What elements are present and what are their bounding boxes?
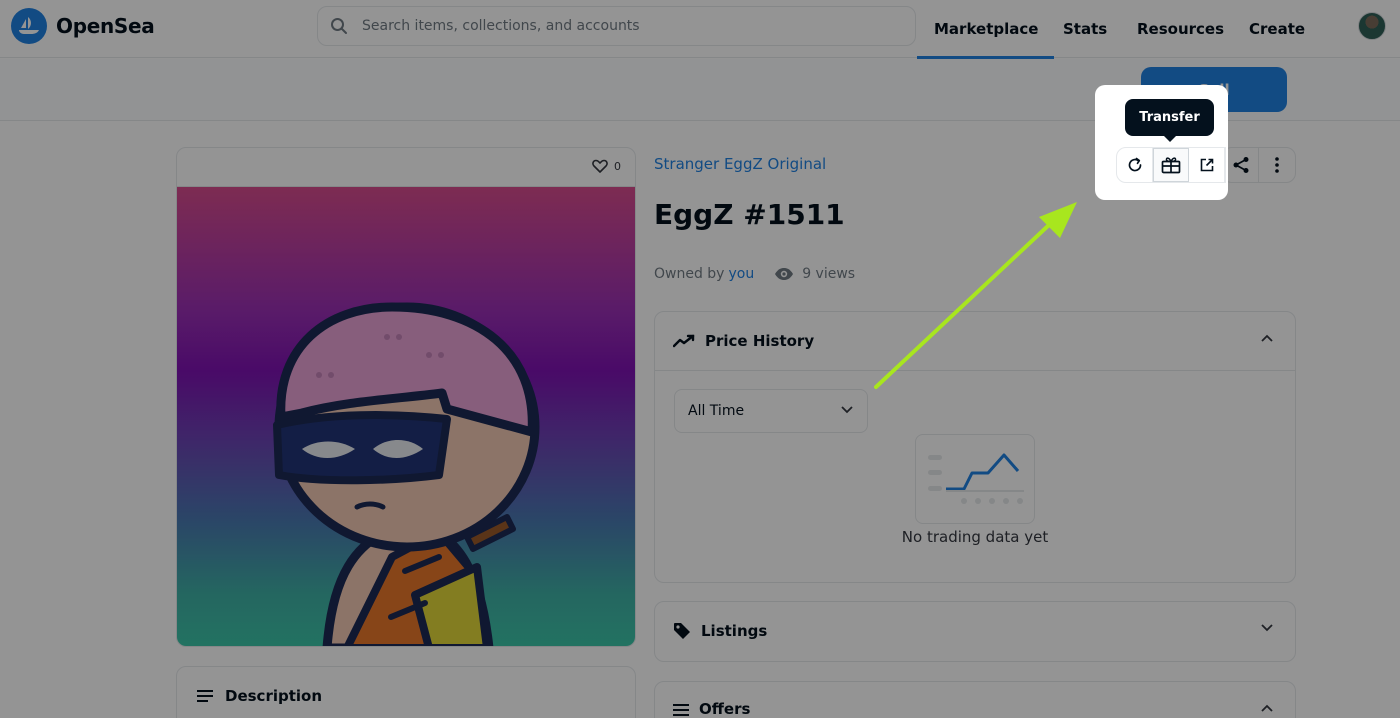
transfer-icon (1161, 157, 1181, 174)
external-link-icon (1200, 158, 1213, 172)
refresh-button-highlighted[interactable] (1117, 148, 1153, 182)
external-link-button-highlighted[interactable] (1189, 148, 1225, 182)
highlighted-action-buttons (1116, 147, 1226, 183)
transfer-tooltip: Transfer (1125, 99, 1214, 142)
refresh-icon (1128, 157, 1141, 172)
transfer-button-highlighted[interactable] (1153, 148, 1189, 182)
